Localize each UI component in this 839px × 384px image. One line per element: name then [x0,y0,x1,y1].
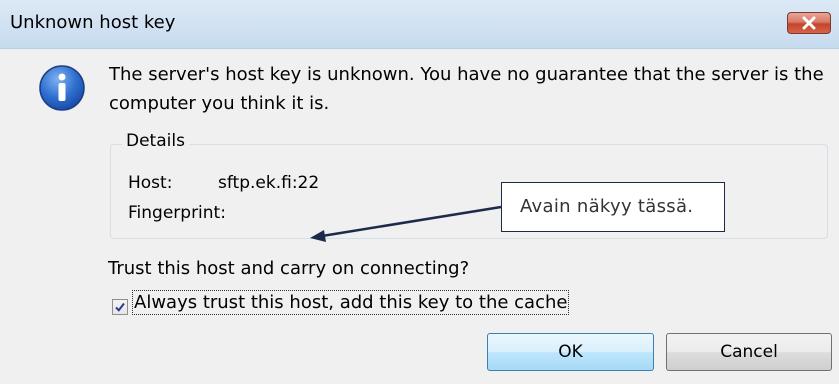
dialog-window: Unknown host key The server's host key i… [0,0,839,384]
annotation-callout: Avain näkyy tässä. [501,182,725,232]
